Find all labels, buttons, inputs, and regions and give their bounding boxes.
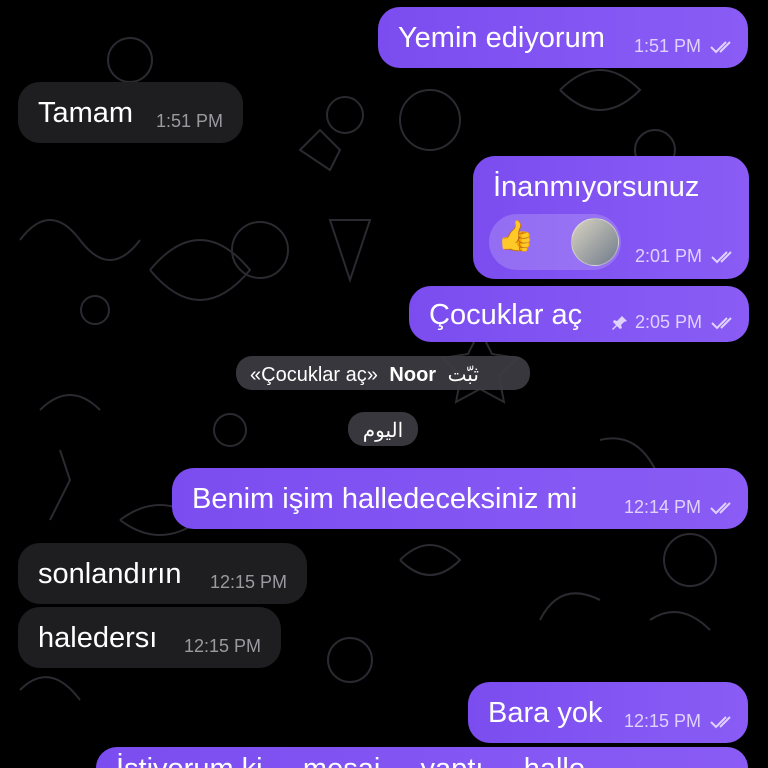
message-bubble-outgoing[interactable]: Bara yok 12:15 PM	[468, 682, 748, 743]
double-check-icon	[711, 251, 732, 264]
message-bubble-incoming[interactable]: Tamam 1:51 PM	[18, 82, 243, 143]
message-text: Yemin ediyorum	[398, 22, 605, 54]
message-bubble-outgoing-partial[interactable]: İstiyorum ki ... mesaj ... yaptı ... hal…	[96, 747, 748, 768]
message-text: haledersı	[38, 622, 158, 654]
double-check-icon	[710, 502, 731, 515]
thumbs-up-icon: 👍	[497, 220, 535, 253]
message-bubble-outgoing[interactable]: Benim işim halledeceksiniz mi 12:14 PM	[172, 468, 748, 529]
message-text: Tamam	[38, 97, 134, 129]
pinned-message-notice[interactable]: «Çocuklar aç» Noor ثبّت	[236, 356, 530, 390]
pinned-by-name: Noor	[389, 364, 437, 386]
message-text: sonlandırın	[38, 558, 182, 590]
message-time: 1:51 PM	[634, 37, 736, 55]
double-check-icon	[710, 716, 731, 729]
message-time: 12:15 PM	[209, 572, 287, 592]
pinned-verb: ثبّت	[447, 364, 479, 386]
message-time: 1:51 PM	[155, 111, 223, 131]
double-check-icon	[710, 41, 731, 54]
avatar	[571, 218, 619, 266]
message-text: Çocuklar aç	[429, 299, 583, 331]
message-time: 2:01 PM	[635, 247, 737, 265]
message-bubble-outgoing[interactable]: Yemin ediyorum 1:51 PM	[378, 7, 748, 68]
message-bubble-outgoing[interactable]: Çocuklar aç 2:05 PM	[409, 286, 749, 342]
double-check-icon	[711, 317, 732, 330]
message-time: 12:14 PM	[624, 498, 736, 516]
message-time: 2:05 PM	[611, 313, 737, 331]
message-time: 12:15 PM	[183, 636, 261, 656]
message-text: İnanmıyorsunuz	[493, 171, 700, 203]
message-text: Bara yok	[488, 697, 603, 729]
message-time: 12:15 PM	[624, 712, 736, 730]
date-separator: اليوم	[348, 412, 418, 446]
date-label: اليوم	[362, 420, 404, 442]
message-text: Benim işim halledeceksiniz mi	[192, 483, 578, 515]
reaction-chip[interactable]: 👍	[489, 214, 621, 270]
message-bubble-outgoing[interactable]: İnanmıyorsunuz 👍 2:01 PM	[473, 156, 749, 279]
message-bubble-incoming[interactable]: sonlandırın 12:15 PM	[18, 543, 307, 604]
pinned-quote: «Çocuklar aç»	[250, 364, 378, 386]
message-text: İstiyorum ki ... mesaj ... yaptı ... hal…	[116, 755, 585, 768]
pin-icon	[611, 316, 627, 331]
message-bubble-incoming[interactable]: haledersı 12:15 PM	[18, 607, 281, 668]
